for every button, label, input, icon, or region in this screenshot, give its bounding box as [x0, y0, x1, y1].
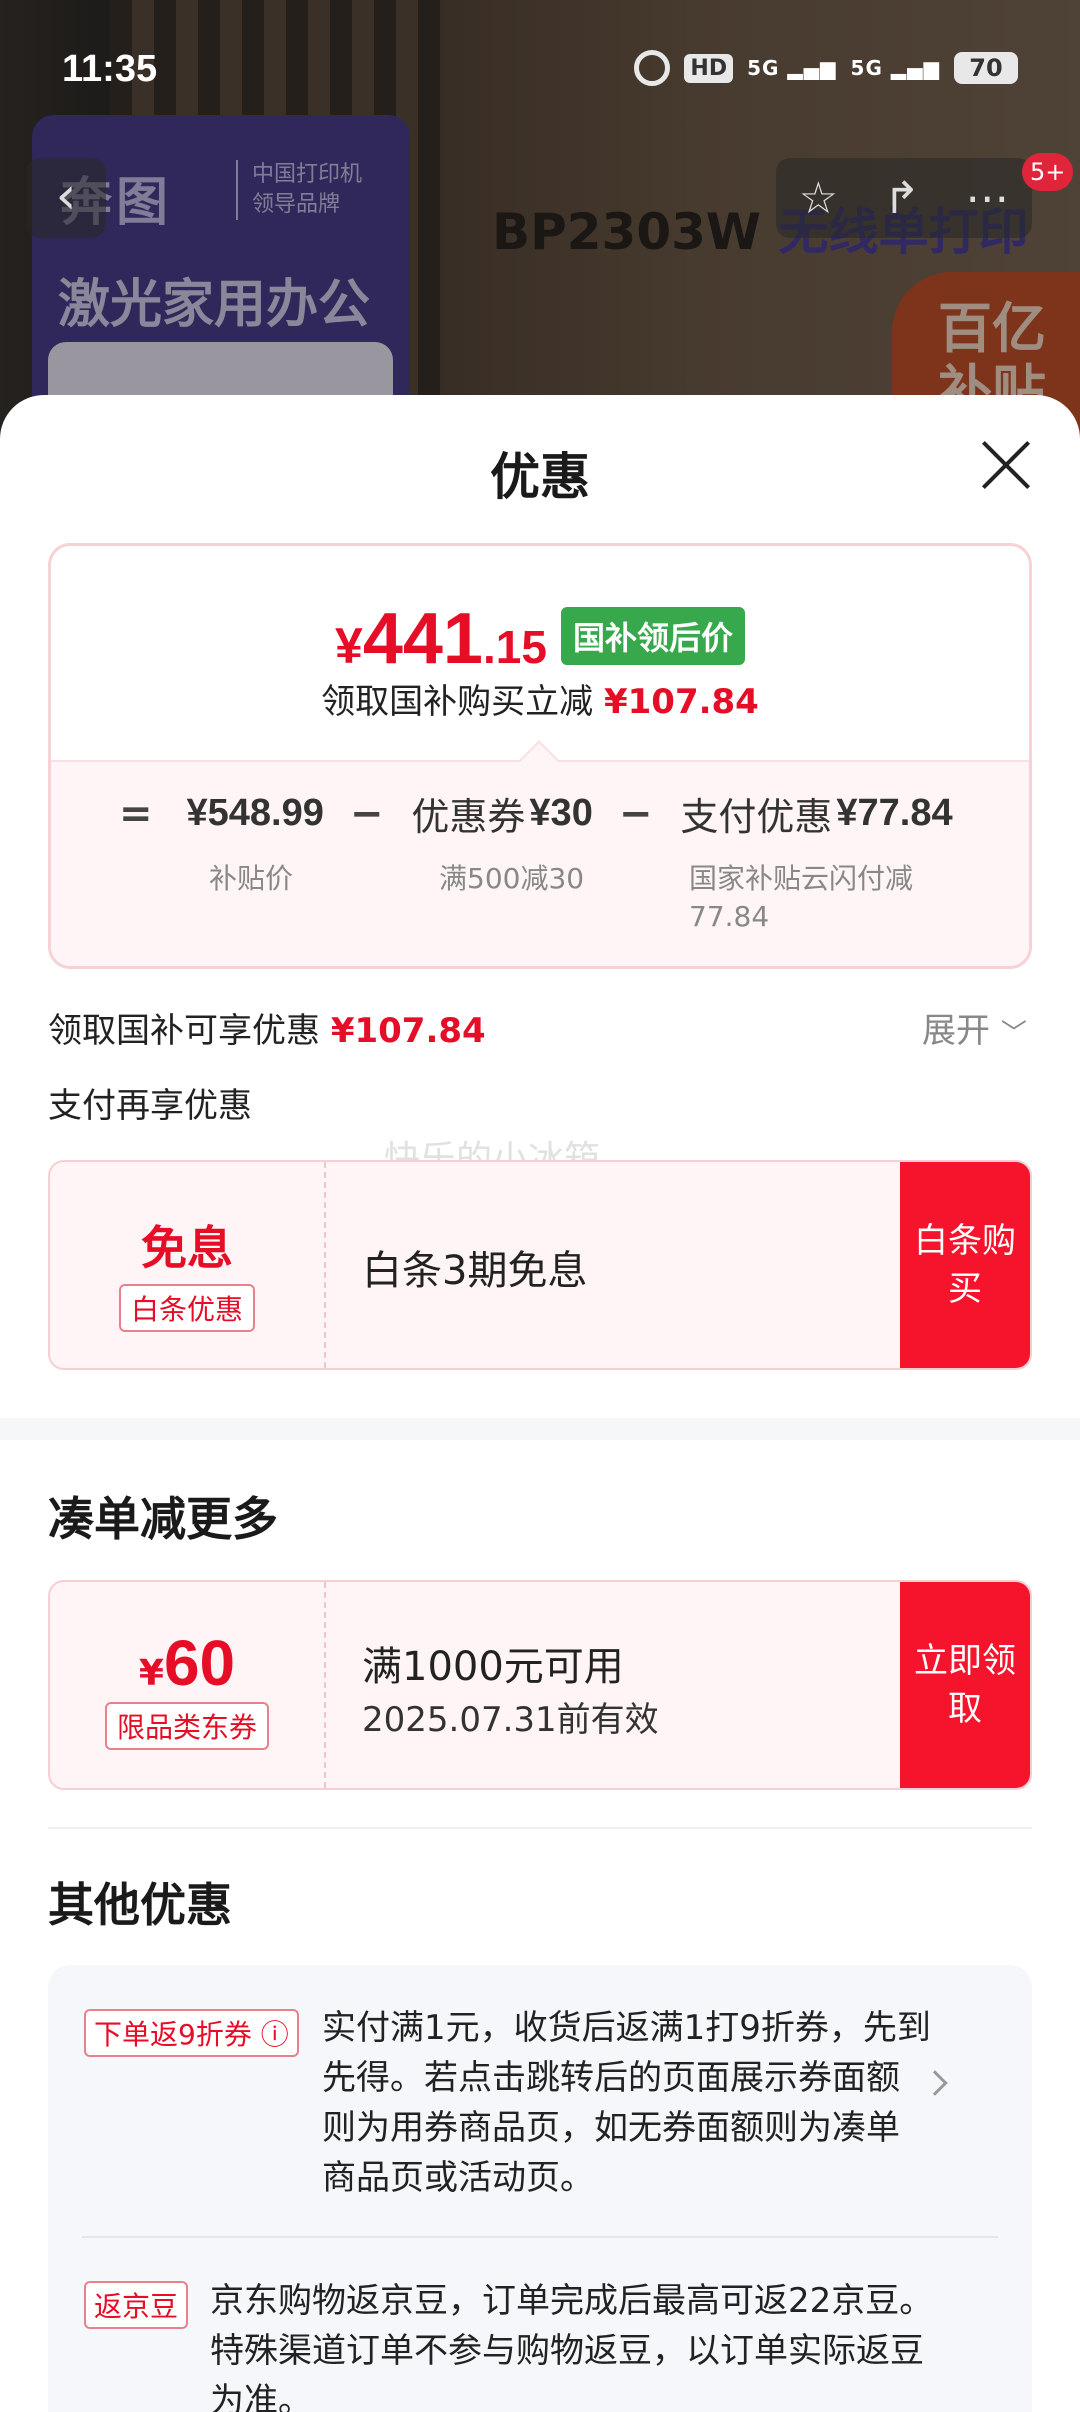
- battery-icon: 70: [954, 52, 1018, 84]
- signal-2-label: 5G: [850, 56, 883, 80]
- signal-icon-2: 5G ▂▄▆: [850, 56, 940, 80]
- claim-coupon-button[interactable]: 立即领取: [900, 1582, 1030, 1788]
- price-subtitle-text: 领取国补购买立减: [321, 682, 594, 722]
- sheet-title: 优惠: [490, 448, 590, 506]
- jd-bean-tag: 返京豆: [84, 2281, 189, 2329]
- expand-button[interactable]: 展开 ﹀: [922, 1003, 1027, 1052]
- baitiao-buy-button[interactable]: 白条购买: [900, 1162, 1030, 1368]
- rebate-coupon-desc[interactable]: 实付满1元，收货后返满1打9折券，先到先得。若点击跳转后的页面展示券面额则为用券…: [322, 2003, 932, 2203]
- currency-symbol: ¥: [335, 618, 363, 674]
- message-badge: 5+: [1022, 153, 1074, 191]
- price-integer: 441: [362, 599, 483, 679]
- close-icon[interactable]: [978, 437, 1034, 493]
- rebate-coupon-tag: 下单返9折券 ⓘ: [84, 2009, 299, 2057]
- price-breakdown-card: ¥441.15 国补领后价 领取国补购买立减 ¥107.84 = ¥548.99…: [48, 543, 1032, 969]
- coupon-note: 满500减30: [439, 862, 585, 895]
- baitiao-offer-tag: 白条优惠: [118, 1284, 255, 1332]
- jd-coupon-condition: 满1000元可用: [362, 1644, 624, 1690]
- final-price-area: ¥441.15 国补领后价 领取国补购买立减 ¥107.84: [51, 546, 1029, 760]
- rebate-coupon-tag-label: 下单返9折券: [94, 2018, 252, 2051]
- alarm-icon: [634, 50, 671, 86]
- pay-again-title: 支付再享优惠: [48, 1086, 252, 1126]
- price-subtitle-amount: ¥107.84: [603, 682, 759, 722]
- gov-subsidy-label: 领取国补可享优惠: [48, 1011, 320, 1051]
- baitiao-offer-left: 免息 白条优惠: [50, 1162, 326, 1368]
- jd-coupon-left: ¥60 限品类东券: [50, 1582, 326, 1788]
- hd-icon: HD: [684, 53, 734, 83]
- price-subtitle: 领取国补购买立减 ¥107.84: [51, 674, 1029, 723]
- section-divider-line: [48, 1827, 1032, 1829]
- final-price: ¥441.15: [335, 598, 547, 680]
- jd-coupon-tag: 限品类东券: [104, 1702, 269, 1750]
- payment-note-line-2: 77.84: [689, 900, 770, 933]
- jd-bean-desc: 京东购物返京豆，订单完成后最高可返22京豆。特殊渠道订单不参与购物返豆，以订单实…: [210, 2281, 934, 2412]
- share-icon[interactable]: ↱: [883, 173, 920, 224]
- coupon-label: 优惠券: [411, 795, 526, 839]
- baitiao-offer-desc: 白条3期免息: [362, 1248, 588, 1294]
- other-offers-title: 其他优惠: [48, 1878, 232, 1932]
- signal-1-label: 5G: [747, 56, 780, 80]
- baitiao-offer-headline: 免息: [141, 1221, 233, 1275]
- discount-sheet: 优惠 ¥441.15 国补领后价 领取国补购买立减 ¥107.84 = ¥548…: [0, 395, 1080, 2412]
- price-calculation: = ¥548.99 − 优惠券 ¥30 − 支付优惠 ¥77.84 补贴价 满5…: [51, 760, 1029, 966]
- top-actions: ☆ ↱ ⋯: [776, 158, 1032, 238]
- price-type-badge: 国补领后价: [560, 607, 745, 665]
- more-icon[interactable]: ⋯: [965, 173, 1009, 224]
- gov-subsidy-line: 领取国补可享优惠 ¥107.84: [48, 1003, 486, 1052]
- expand-label: 展开: [922, 1011, 990, 1051]
- favorite-icon[interactable]: ☆: [799, 173, 838, 224]
- calc-row: = ¥548.99 − 优惠券 ¥30 − 支付优惠 ¥77.84: [119, 786, 953, 841]
- status-bar: 11:35 HD 5G ▂▄▆ 5G ▂▄▆ 70: [0, 0, 1080, 140]
- equals-sign: =: [119, 790, 153, 837]
- jd-coupon-card[interactable]: ¥60 限品类东券 满1000元可用 2025.07.31前有效 立即领取: [48, 1580, 1032, 1790]
- jd-coupon-amount: ¥60: [50, 1626, 324, 1700]
- status-icons: HD 5G ▂▄▆ 5G ▂▄▆ 70: [634, 50, 1018, 86]
- payment-discount-note: 国家补贴云闪付减 77.84: [689, 860, 913, 936]
- chevron-down-icon: ﹀: [1000, 1019, 1027, 1049]
- payment-discount-label: 支付优惠: [680, 795, 833, 839]
- jd-coupon-value: 60: [163, 1627, 236, 1699]
- final-price-row: ¥441.15 国补领后价: [51, 598, 1029, 680]
- gov-subsidy-amount: ¥107.84: [330, 1011, 486, 1051]
- jd-coupon-expiry: 2025.07.31前有效: [362, 1700, 659, 1740]
- info-icon[interactable]: ⓘ: [261, 2018, 289, 2051]
- combine-section-title: 凑单减更多: [48, 1492, 278, 1546]
- baitiao-offer[interactable]: 免息 白条优惠 白条3期免息 白条购买: [48, 1160, 1032, 1370]
- payment-note-line-1: 国家补贴云闪付减: [689, 862, 914, 895]
- jd-coupon-currency: ¥: [138, 1653, 164, 1694]
- status-time: 11:35: [62, 48, 158, 90]
- base-price: ¥548.99: [186, 792, 324, 834]
- minus-sign: −: [349, 790, 384, 837]
- payment-discount-value: ¥77.84: [836, 792, 953, 834]
- signal-icon: 5G ▂▄▆: [747, 56, 837, 80]
- offer-separator: [82, 2236, 998, 2238]
- minus-sign: −: [618, 790, 653, 837]
- section-divider: [0, 1418, 1080, 1440]
- back-button[interactable]: ‹: [26, 158, 106, 238]
- coupon-value: ¥30: [529, 792, 593, 834]
- price-decimal: .15: [482, 621, 547, 673]
- base-price-note: 补贴价: [209, 862, 294, 895]
